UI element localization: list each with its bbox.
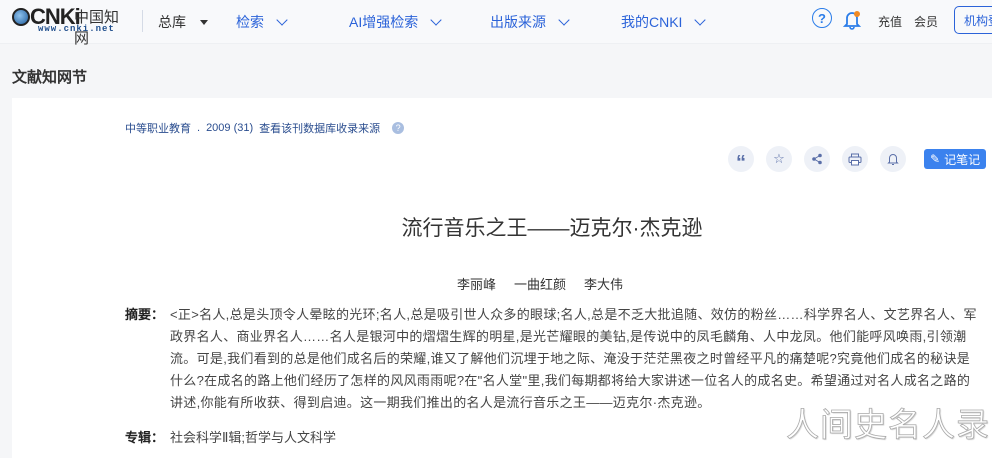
globe-icon xyxy=(12,8,30,26)
nav-publication-source[interactable]: 出版来源 xyxy=(490,12,570,32)
nav-search[interactable]: 检索 xyxy=(236,12,288,32)
chevron-down-icon xyxy=(558,13,570,26)
caret-down-icon xyxy=(200,19,208,25)
journal-link[interactable]: 中等职业教育 xyxy=(125,120,191,136)
nav-ai-search[interactable]: AI增强检索 xyxy=(349,12,442,32)
author-link[interactable]: 一曲红颜 xyxy=(514,274,566,293)
watermark: 人间史名人录 xyxy=(786,406,990,444)
db-source-link[interactable]: 查看该刊数据库收录来源 xyxy=(259,120,380,136)
org-login-button[interactable]: 机构登录 xyxy=(954,6,992,34)
article-toolbar: “ ☆ ✎ 记笔记 xyxy=(728,146,987,174)
source-sep: . xyxy=(197,122,201,134)
star-icon[interactable]: ☆ xyxy=(766,146,792,172)
question-icon[interactable]: ? xyxy=(392,122,405,134)
album-label: 专辑： xyxy=(125,430,165,445)
issue-link[interactable]: 2009 (31) xyxy=(206,122,253,134)
album-row: 专辑： 社会科学Ⅱ辑;哲学与人文科学 xyxy=(125,427,336,446)
section-title: 文献知网节 xyxy=(12,69,88,86)
abstract-label: 摘要： xyxy=(125,307,165,322)
note-label: 记笔记 xyxy=(944,152,981,167)
recharge-link[interactable]: 充值 xyxy=(878,13,902,30)
pencil-icon: ✎ xyxy=(930,152,941,166)
chevron-down-icon xyxy=(276,13,288,26)
source-line: 中等职业教育 . 2009 (31) 查看该刊数据库收录来源 ? xyxy=(125,120,405,136)
nav-total-library[interactable]: 总库 xyxy=(158,12,208,32)
bell-icon[interactable] xyxy=(843,10,861,30)
nav-label: 检索 xyxy=(236,14,264,30)
nav-label: AI增强检索 xyxy=(349,14,419,30)
nav-label: 我的CNKI xyxy=(621,14,683,30)
article-title: 流行音乐之王——迈克尔·杰克逊 xyxy=(401,217,703,240)
member-link[interactable]: 会员 xyxy=(914,13,938,30)
nav-label: 出版来源 xyxy=(490,14,546,30)
nav-label: 总库 xyxy=(158,14,186,30)
author-link[interactable]: 李丽峰 xyxy=(457,274,496,293)
cnki-logo[interactable]: CNKi 中国知网 www.cnki.net xyxy=(12,4,127,47)
chevron-down-icon xyxy=(694,13,707,26)
author-list: 李丽峰 一曲红颜 李大伟 xyxy=(457,274,623,293)
bell-alert-icon[interactable] xyxy=(880,146,906,172)
quote-icon[interactable]: “ xyxy=(728,146,754,174)
author-link[interactable]: 李大伟 xyxy=(584,274,623,293)
top-nav-bar: CNKi 中国知网 www.cnki.net 总库 检索 AI增强检索 出版来源… xyxy=(0,0,992,47)
print-icon[interactable] xyxy=(842,146,868,172)
help-icon[interactable]: ? xyxy=(812,8,832,28)
chevron-down-icon xyxy=(430,13,442,26)
nav-my-cnki[interactable]: 我的CNKI xyxy=(621,12,707,32)
take-note-button[interactable]: ✎ 记笔记 xyxy=(924,149,987,169)
album-value: 社会科学Ⅱ辑;哲学与人文科学 xyxy=(170,430,337,445)
divider xyxy=(142,10,143,32)
share-icon[interactable] xyxy=(804,146,830,172)
logo-url: www.cnki.net xyxy=(38,24,115,34)
